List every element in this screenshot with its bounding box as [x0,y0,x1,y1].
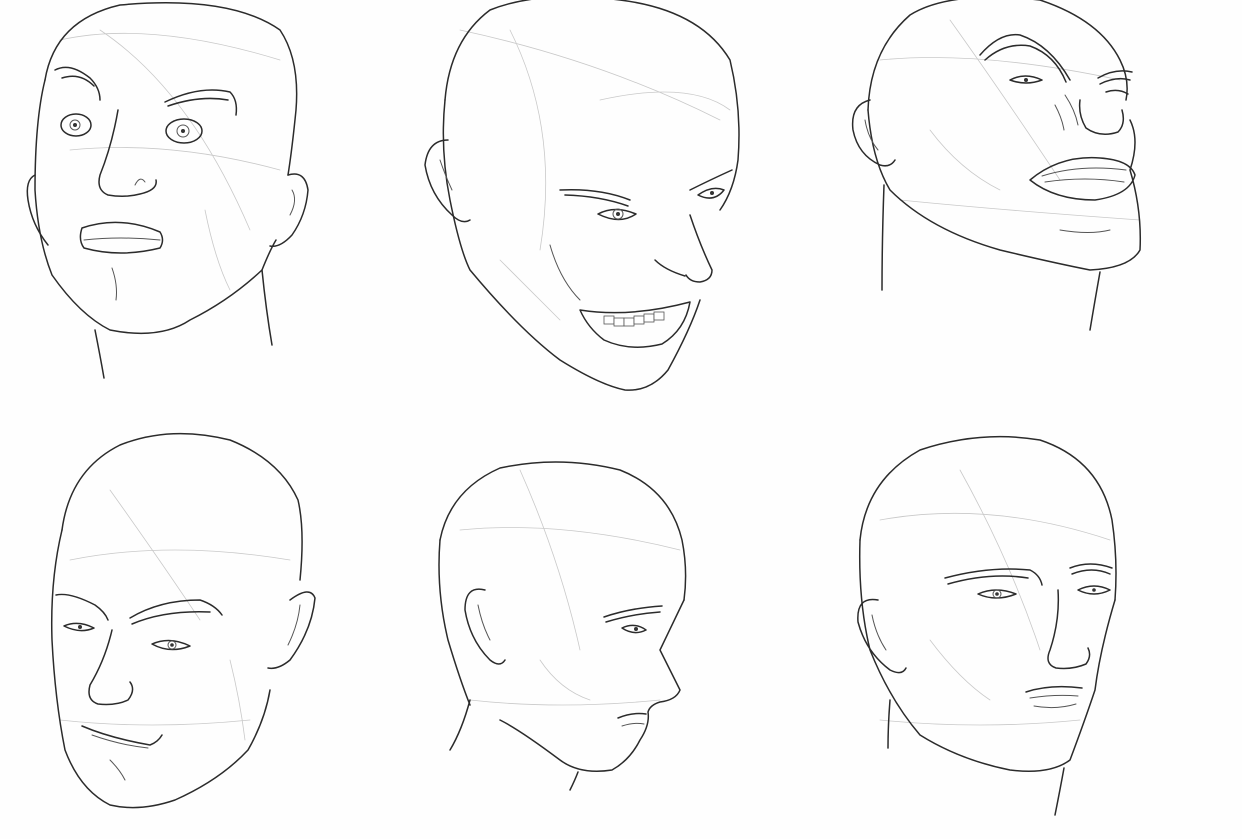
head-sketch-shocked [26,2,309,379]
sketch-sheet [0,0,1242,839]
head-sketch-worried [857,435,1117,816]
head-sketch-grinning [424,0,740,391]
head-sketches [26,0,1142,816]
head-sketch-smirking [50,432,316,809]
head-sketch-snarling [851,0,1142,331]
head-sketch-neutral [438,461,687,791]
